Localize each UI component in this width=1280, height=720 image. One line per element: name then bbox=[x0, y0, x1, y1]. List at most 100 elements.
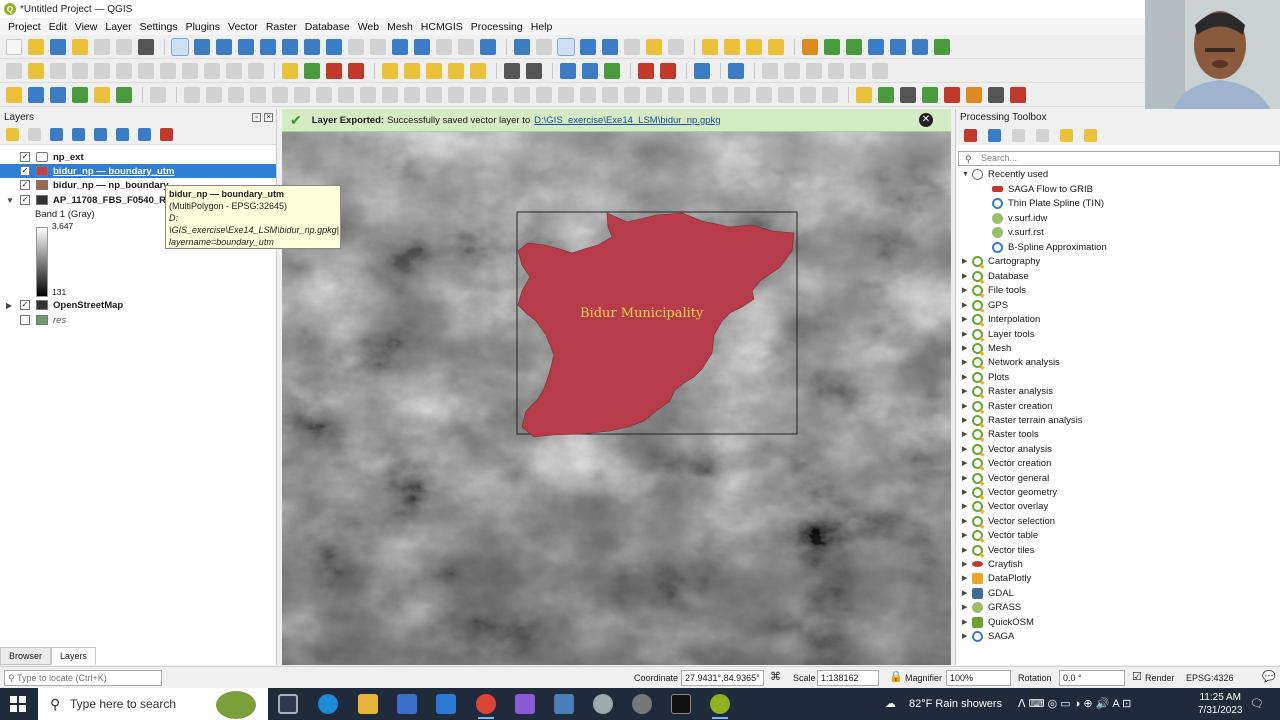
tree-group-vector-table[interactable]: ▶ Vector table bbox=[962, 528, 1038, 542]
toolbox-e-icon[interactable] bbox=[988, 86, 1004, 103]
reshape-features-icon[interactable] bbox=[338, 86, 354, 103]
diagram-icon[interactable] bbox=[448, 62, 464, 79]
layer-item-res[interactable]: res bbox=[0, 313, 276, 327]
toolbox-search-input[interactable]: ⚲ Search... bbox=[958, 151, 1280, 166]
add-ring-icon[interactable] bbox=[228, 86, 244, 103]
weather-text[interactable]: 82°F Rain showers bbox=[909, 688, 1002, 720]
clock[interactable]: 11:25 AM 7/31/2023 bbox=[1198, 691, 1243, 717]
zoom-to-selection-icon[interactable] bbox=[282, 38, 298, 55]
processing-model-icon[interactable] bbox=[890, 38, 906, 55]
crs-button[interactable]: EPSG:4326 bbox=[1186, 673, 1234, 683]
menu-hcmgis[interactable]: HCMGIS bbox=[421, 21, 463, 33]
attributes-icon[interactable] bbox=[536, 38, 552, 55]
tree-group-raster-creation[interactable]: ▶ Raster creation bbox=[962, 399, 1052, 413]
align-raster-icon[interactable] bbox=[660, 62, 676, 79]
grass-tools-icon[interactable] bbox=[504, 62, 520, 79]
trim-extend-icon[interactable] bbox=[492, 86, 508, 103]
filter-expression-icon[interactable] bbox=[94, 128, 107, 141]
zoom-next-icon[interactable] bbox=[370, 38, 386, 55]
delete-ring-icon[interactable] bbox=[294, 86, 310, 103]
print-layout-icon[interactable] bbox=[94, 38, 110, 55]
zoom-out-icon[interactable] bbox=[238, 38, 254, 55]
tree-algorithm[interactable]: v.surf.idw bbox=[992, 211, 1047, 225]
style-manager-icon[interactable] bbox=[138, 38, 154, 55]
python-console-icon[interactable] bbox=[802, 38, 818, 55]
database-icon[interactable] bbox=[728, 62, 744, 79]
menu-raster[interactable]: Raster bbox=[266, 21, 297, 33]
file-explorer-icon[interactable] bbox=[358, 694, 378, 714]
map-canvas[interactable]: Bidur Municipality bbox=[282, 109, 951, 665]
notifications-icon[interactable]: 🗨 bbox=[1250, 688, 1264, 720]
menu-edit[interactable]: Edit bbox=[49, 21, 67, 33]
coordinate-field[interactable]: 27.9431°,84.9365° bbox=[681, 670, 764, 686]
results-viewer-icon[interactable] bbox=[934, 38, 950, 55]
layout-manager-icon[interactable] bbox=[116, 38, 132, 55]
delete-part-icon[interactable] bbox=[316, 86, 332, 103]
pan-map-icon[interactable] bbox=[171, 37, 189, 56]
tree-group-interpolation[interactable]: ▶ Interpolation bbox=[962, 312, 1040, 326]
tree-group-vector-general[interactable]: ▶ Vector general bbox=[962, 471, 1049, 485]
vertex-edit-icon[interactable] bbox=[646, 86, 662, 103]
shape-digitize-icon[interactable] bbox=[762, 62, 778, 79]
tree-provider-saga[interactable]: ▶ SAGA bbox=[962, 629, 1014, 643]
chart-icon[interactable] bbox=[582, 62, 598, 79]
add-shape-icon[interactable] bbox=[116, 86, 132, 103]
rotation-spinbox[interactable]: 0.0 ° bbox=[1059, 670, 1125, 686]
tree-group-vector-overlay[interactable]: ▶ Vector overlay bbox=[962, 499, 1048, 513]
store-icon[interactable] bbox=[397, 694, 417, 714]
save-as-icon[interactable] bbox=[72, 38, 88, 55]
tree-group-vector-tiles[interactable]: ▶ Vector tiles bbox=[962, 543, 1034, 557]
new-project-icon[interactable] bbox=[6, 38, 22, 55]
scale-feature-icon[interactable] bbox=[580, 86, 596, 103]
remove-layer-icon[interactable] bbox=[160, 128, 173, 141]
visual-studio-icon[interactable] bbox=[515, 694, 535, 714]
add-text-annotation-icon[interactable] bbox=[6, 86, 22, 103]
tree-algorithm[interactable]: B-Spline Approximation bbox=[992, 240, 1107, 254]
options-icon[interactable] bbox=[1084, 128, 1097, 142]
menu-plugins[interactable]: Plugins bbox=[186, 21, 220, 33]
layer-visibility-checkbox[interactable]: ✓ bbox=[20, 195, 30, 205]
toggle-extents-icon[interactable]: ⌘ bbox=[770, 670, 781, 683]
layer-visibility-checkbox[interactable]: ✓ bbox=[20, 300, 30, 310]
save-edits-icon[interactable] bbox=[50, 62, 66, 79]
toggle-editing-icon[interactable] bbox=[28, 62, 44, 79]
modify-attributes-icon[interactable] bbox=[116, 62, 132, 79]
scale-combobox[interactable]: 1:138162 bbox=[817, 670, 879, 686]
collapse-all-icon[interactable] bbox=[138, 128, 151, 141]
tracing-icon[interactable] bbox=[602, 86, 618, 103]
attribute-table-icon[interactable] bbox=[602, 38, 618, 55]
layer-visibility-checkbox[interactable]: ✓ bbox=[20, 166, 30, 176]
layer-item-osm[interactable]: ▶ ✓ OpenStreetMap bbox=[0, 298, 276, 312]
terrain-icon[interactable] bbox=[604, 62, 620, 79]
raster-calc-icon[interactable] bbox=[638, 62, 654, 79]
save-project-icon[interactable] bbox=[50, 38, 66, 55]
lock-scale-icon[interactable]: 🔒 bbox=[889, 670, 903, 683]
mail-icon[interactable] bbox=[436, 694, 456, 714]
select-features-icon[interactable] bbox=[702, 38, 718, 55]
curve-icon[interactable] bbox=[668, 86, 684, 103]
results-icon[interactable] bbox=[1036, 128, 1049, 142]
pan-to-selection-icon[interactable] bbox=[194, 38, 210, 55]
layer-visibility-checkbox[interactable]: ✓ bbox=[20, 180, 30, 190]
tree-group-vector-creation[interactable]: ▶ Vector creation bbox=[962, 456, 1051, 470]
digitize-line-icon[interactable] bbox=[756, 86, 772, 103]
windows-start-icon[interactable] bbox=[10, 696, 26, 712]
layer-visibility-checkbox[interactable]: ✓ bbox=[20, 152, 30, 162]
ellipse-icon[interactable] bbox=[690, 86, 706, 103]
messages-icon[interactable]: 💬 bbox=[1262, 670, 1276, 683]
move-diagram-icon[interactable] bbox=[470, 62, 486, 79]
undo-icon[interactable] bbox=[226, 62, 242, 79]
close-panel-icon[interactable]: × bbox=[264, 112, 273, 122]
menu-web[interactable]: Web bbox=[358, 21, 379, 33]
plugin-icon[interactable] bbox=[824, 38, 840, 55]
add-group-icon[interactable] bbox=[28, 128, 41, 141]
text-format-icon[interactable] bbox=[150, 86, 166, 103]
select-all-icon[interactable] bbox=[768, 38, 784, 55]
show-bookmarks-icon[interactable] bbox=[436, 38, 452, 55]
tree-provider-grass[interactable]: ▶ GRASS bbox=[962, 600, 1021, 614]
offset-curve-icon[interactable] bbox=[184, 86, 200, 103]
plugin-tool-icon[interactable] bbox=[868, 38, 884, 55]
merge-attrs-icon[interactable] bbox=[448, 86, 464, 103]
tree-algorithm[interactable]: SAGA Flow to GRIB bbox=[992, 182, 1093, 196]
zoom-in-icon[interactable] bbox=[216, 38, 232, 55]
